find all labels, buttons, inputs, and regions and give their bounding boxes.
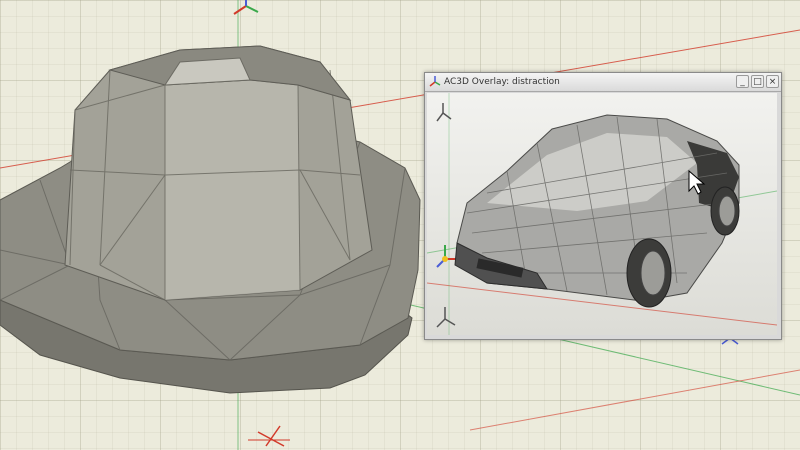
- origin-crosshair-icon: [248, 425, 290, 447]
- preview-window-title: AC3D Overlay: distraction: [444, 77, 560, 87]
- preview-titlebar[interactable]: AC3D Overlay: distraction _ □ ×: [425, 73, 781, 92]
- preview-3d-viewport[interactable]: [427, 93, 777, 335]
- maximize-button[interactable]: □: [751, 75, 764, 88]
- app-logo-icon: [429, 76, 441, 87]
- preview-window[interactable]: AC3D Overlay: distraction _ □ ×: [424, 72, 782, 340]
- minimize-button[interactable]: _: [736, 75, 749, 88]
- bottom-axis-gizmo-icon: [436, 307, 456, 328]
- x-axis-line-lower: [469, 369, 800, 431]
- close-button[interactable]: ×: [766, 75, 779, 88]
- car-mesh-model[interactable]: [454, 114, 740, 308]
- hat-mesh-model[interactable]: [0, 45, 421, 394]
- preview-viewport-canvas: [427, 93, 777, 335]
